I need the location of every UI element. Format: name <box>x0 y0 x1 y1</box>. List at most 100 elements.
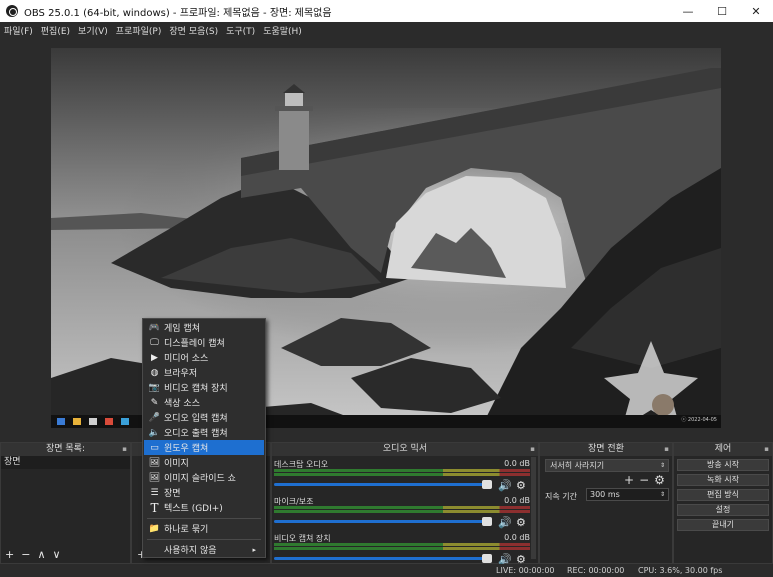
scenes-dock-title: 장면 목록: ▪ <box>1 443 130 456</box>
channel-db: 0.0 dB <box>504 459 530 468</box>
submenu-arrow-icon: ▸ <box>252 545 256 554</box>
controls-title: 제어 ▪ <box>674 443 772 456</box>
text-icon: T <box>150 500 159 515</box>
menu-item-video-capture-device[interactable]: 📷 비디오 캡쳐 장치 <box>144 380 264 395</box>
volume-meter <box>274 547 530 550</box>
rec-status: REC: 00:00:00 <box>567 566 625 575</box>
speaker-icon[interactable]: 🔊 <box>498 516 512 529</box>
volume-meter <box>274 469 530 472</box>
dock-float-icon[interactable]: ▪ <box>122 443 127 456</box>
chrome-icon <box>105 418 113 425</box>
image-icon: 🖼 <box>148 457 161 468</box>
menu-bar: 파일(F) 편집(E) 보기(V) 프로파일(P) 장면 모음(S) 도구(T)… <box>0 22 773 38</box>
move-scene-down-button[interactable]: ∨ <box>53 548 61 561</box>
mixer-channel-mic: 마이크/보조 0.0 dB 🔊 ⚙ <box>274 496 532 532</box>
controls-dock: 제어 ▪ 방송 시작 녹화 시작 편집 방식 설정 끝내기 <box>673 442 773 564</box>
menu-item-image-slideshow[interactable]: 🖼 이미지 슬라이드 쇼 <box>144 470 264 485</box>
speaker-icon[interactable]: 🔊 <box>498 479 512 492</box>
menu-scene-collection[interactable]: 장면 모음(S) <box>169 24 218 37</box>
menu-item-audio-output-capture[interactable]: 🔈 오디오 출력 캡쳐 <box>144 425 264 440</box>
gear-icon[interactable]: ⚙ <box>654 473 665 487</box>
menu-edit[interactable]: 편집(E) <box>41 24 70 37</box>
menu-item-browser[interactable]: ◍ 브라우저 <box>144 365 264 380</box>
exit-button[interactable]: 끝내기 <box>677 519 769 531</box>
duration-label: 지속 기간 <box>545 492 577 501</box>
move-scene-up-button[interactable]: ∧ <box>37 548 45 561</box>
minimize-button[interactable]: — <box>671 0 705 22</box>
live-status: LIVE: 00:00:00 <box>496 566 555 575</box>
volume-slider[interactable] <box>274 557 488 560</box>
transition-select[interactable]: 서서히 사라지기 ⇕ <box>545 459 669 472</box>
menu-item-media-source[interactable]: ▶ 미디어 소스 <box>144 350 264 365</box>
menu-item-audio-input-capture[interactable]: 🎤 오디오 입력 캡쳐 <box>144 410 264 425</box>
add-scene-button[interactable]: + <box>5 548 14 561</box>
menu-item-display-capture[interactable]: 🖵 디스플레이 캡쳐 <box>144 335 264 350</box>
volume-meter <box>274 506 530 509</box>
mixer-scrollbar[interactable] <box>531 457 536 559</box>
remove-scene-button[interactable]: − <box>21 548 30 561</box>
speaker-icon: 🔈 <box>148 427 161 438</box>
mixer-channel-desktop: 데스크탑 오디오 0.0 dB 🔊 ⚙ <box>274 459 532 495</box>
gear-icon[interactable]: ⚙ <box>516 479 526 492</box>
settings-button[interactable]: 설정 <box>677 504 769 516</box>
menu-item-color-source[interactable]: ✎ 색상 소스 <box>144 395 264 410</box>
channel-db: 0.0 dB <box>504 496 530 505</box>
volume-slider[interactable] <box>274 483 488 486</box>
gear-icon[interactable]: ⚙ <box>516 516 526 529</box>
dock-float-icon[interactable]: ▪ <box>664 443 669 456</box>
dock-float-icon[interactable]: ▪ <box>764 443 769 456</box>
add-transition-button[interactable]: + <box>624 473 634 487</box>
window-icon: ▭ <box>150 442 159 453</box>
maximize-button[interactable]: ☐ <box>705 0 739 22</box>
status-bar: LIVE: 00:00:00 REC: 00:00:00 CPU: 3.6%, … <box>0 564 773 577</box>
taskbar-clock: ⓒ 2022-04-05 <box>681 417 717 423</box>
volume-meter <box>274 543 530 546</box>
slideshow-icon: 🖼 <box>148 472 161 483</box>
menu-file[interactable]: 파일(F) <box>4 24 33 37</box>
menu-profile[interactable]: 프로파일(P) <box>116 24 162 37</box>
audio-mixer-title: 오디오 믹서 ▪ <box>272 443 538 456</box>
volume-slider-handle[interactable] <box>482 554 492 563</box>
obs-logo-icon <box>6 5 18 17</box>
remove-transition-button[interactable]: − <box>639 473 649 487</box>
close-button[interactable]: ✕ <box>739 0 773 22</box>
menu-item-scene[interactable]: ☰ 장면 <box>144 485 264 500</box>
scene-item[interactable]: 장면 <box>1 456 130 469</box>
dock-float-icon[interactable]: ▪ <box>530 443 535 456</box>
menu-separator <box>147 539 261 540</box>
title-bar: OBS 25.0.1 (64-bit, windows) - 프로파일: 제목없… <box>0 0 773 22</box>
store-icon <box>89 418 97 425</box>
volume-slider-handle[interactable] <box>482 480 492 489</box>
windows-start-icon <box>57 418 65 425</box>
menu-tools[interactable]: 도구(T) <box>226 24 255 37</box>
menu-help[interactable]: 도움말(H) <box>263 24 302 37</box>
volume-meter <box>274 510 530 513</box>
gamepad-icon: 🎮 <box>148 322 161 333</box>
edge-icon <box>121 418 129 425</box>
menu-item-deprecated[interactable]: 사용하지 않음 ▸ <box>144 542 264 557</box>
menu-item-text-gdi[interactable]: T 텍스트 (GDI+) <box>144 500 264 515</box>
preview-area: ⓒ 2022-04-05 <box>0 38 773 440</box>
folder-icon: 📁 <box>148 523 161 534</box>
start-recording-button[interactable]: 녹화 시작 <box>677 474 769 486</box>
spinbox-arrows-icon[interactable]: ⇕ <box>660 489 665 500</box>
mic-icon: 🎤 <box>148 412 161 423</box>
menu-item-group[interactable]: 📁 하나로 묶기 <box>144 521 264 536</box>
menu-item-window-capture[interactable]: ▭ 윈도우 캡쳐 <box>144 440 264 455</box>
menu-separator <box>147 518 261 519</box>
volume-slider-handle[interactable] <box>482 517 492 526</box>
transitions-title: 장면 전환 ▪ <box>540 443 672 456</box>
list-icon: ☰ <box>150 487 159 498</box>
start-streaming-button[interactable]: 방송 시작 <box>677 459 769 471</box>
menu-item-game-capture[interactable]: 🎮 게임 캡쳐 <box>144 320 264 335</box>
volume-slider[interactable] <box>274 520 488 523</box>
menu-view[interactable]: 보기(V) <box>78 24 108 37</box>
channel-db: 0.0 dB <box>504 533 530 542</box>
volume-meter <box>274 473 530 476</box>
scenes-dock: 장면 목록: ▪ 장면 + − ∧ ∨ <box>0 442 131 564</box>
play-icon: ▶ <box>151 352 158 363</box>
studio-mode-button[interactable]: 편집 방식 <box>677 489 769 501</box>
duration-input[interactable]: 300 ms ⇕ <box>586 488 669 501</box>
menu-item-image[interactable]: 🖼 이미지 <box>144 455 264 470</box>
chevron-down-icon: ⇕ <box>659 462 665 469</box>
